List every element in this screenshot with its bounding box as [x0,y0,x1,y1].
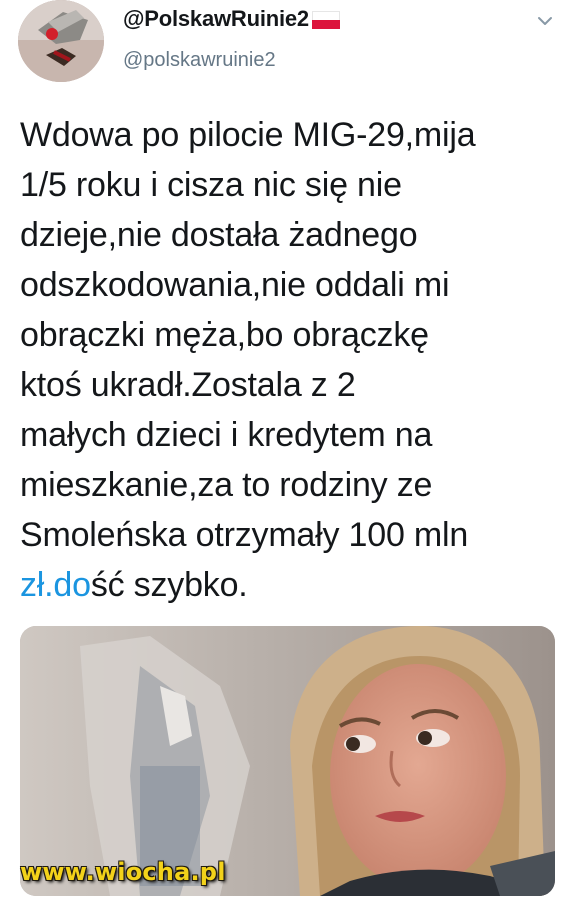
photo [20,626,555,896]
tweet-text: Wdowa po pilocie MIG-29,mija 1/5 roku i … [20,110,560,610]
tweet-line: obrączki męża,bo obrączkę [20,316,429,354]
tweet-line: dzieje,nie dostała żadnego [20,216,418,254]
tweet-media-image[interactable] [20,626,555,896]
tweet-line: 1/5 roku i cisza nic się nie [20,166,402,204]
tweet-line: Smoleńska otrzymały 100 mln [20,516,469,554]
avatar[interactable] [18,0,104,82]
tweet-line: mieszkanie,za to rodziny ze [20,466,433,504]
user-handle[interactable]: @polskawruinie2 [123,49,276,72]
tweet-line: ktoś ukradł.Zostala z 2 [20,366,356,404]
poland-flag-icon [311,11,340,29]
tweet-line-rest: ść szybko. [90,566,248,604]
tweet-link[interactable]: zł.do [20,566,91,604]
chevron-down-icon[interactable] [536,12,554,30]
tweet-line-last: zł.dość szybko. [20,560,560,610]
tweet-line: małych dzieci i kredytem na [20,416,433,454]
tweet-line: Wdowa po pilocie MIG-29,mija [20,116,476,154]
watermark: www.wiocha.pl [20,858,226,886]
avatar-image [18,0,104,82]
display-name-text: @PolskawRuinie2 [123,6,309,31]
tweet-line: odszkodowania,nie oddali mi [20,266,450,304]
tweet-card: @PolskawRuinie2 @polskawruinie2 Wdowa po… [0,0,574,900]
display-name[interactable]: @PolskawRuinie2 [123,6,340,32]
